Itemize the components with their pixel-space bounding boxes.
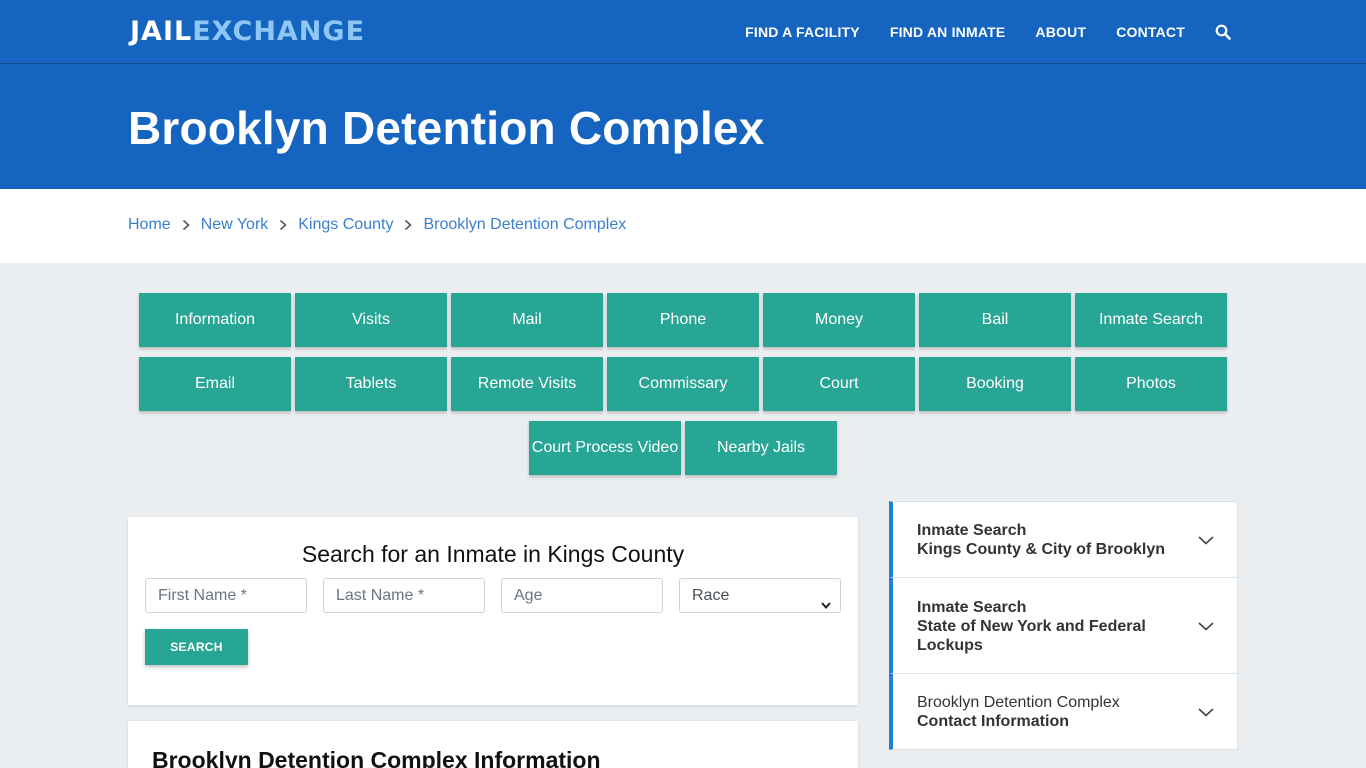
breadcrumb-new-york[interactable]: New York	[201, 216, 269, 234]
breadcrumb-home[interactable]: Home	[128, 216, 171, 234]
tile-phone[interactable]: Phone	[607, 293, 759, 347]
tile-court[interactable]: Court	[763, 357, 915, 411]
tile-visits[interactable]: Visits	[295, 293, 447, 347]
tile-money[interactable]: Money	[763, 293, 915, 347]
search-button[interactable]: SEARCH	[145, 629, 248, 665]
accordion-line: State of New York and Federal	[917, 618, 1146, 635]
breadcrumb-current[interactable]: Brooklyn Detention Complex	[423, 216, 626, 234]
breadcrumb: Home New York Kings County Brooklyn Dete…	[128, 216, 626, 234]
top-navbar: JAILEXCHANGE FIND A FACILITY FIND AN INM…	[0, 0, 1366, 64]
site-logo[interactable]: JAILEXCHANGE	[130, 16, 365, 48]
chevron-down-icon	[1197, 617, 1215, 635]
nav-contact[interactable]: CONTACT	[1116, 24, 1185, 40]
tile-information[interactable]: Information	[139, 293, 291, 347]
inmate-search-card: Search for an Inmate in Kings County Fir…	[128, 517, 858, 705]
accordion-inmate-search-kings-county[interactable]: Inmate Search Kings County & City of Bro…	[889, 501, 1238, 578]
age-input[interactable]: Age	[501, 578, 663, 613]
tile-nearby-jails[interactable]: Nearby Jails	[685, 421, 837, 475]
nav-find-a-facility[interactable]: FIND A FACILITY	[745, 24, 860, 40]
chevron-right-icon	[401, 218, 415, 232]
main-nav: FIND A FACILITY FIND AN INMATE ABOUT CON…	[715, 0, 1231, 64]
race-select[interactable]: Race	[679, 578, 841, 613]
chevron-down-icon	[1197, 703, 1215, 721]
tile-photos[interactable]: Photos	[1075, 357, 1227, 411]
tile-bail[interactable]: Bail	[919, 293, 1071, 347]
chevron-right-icon	[276, 218, 290, 232]
search-card-title: Search for an Inmate in Kings County	[301, 541, 685, 567]
tile-mail[interactable]: Mail	[451, 293, 603, 347]
accordion-line: Contact Information	[917, 713, 1069, 730]
page-title: Brooklyn Detention Complex	[128, 102, 765, 154]
tile-booking[interactable]: Booking	[919, 357, 1071, 411]
info-card-title: Brooklyn Detention Complex Information	[152, 747, 601, 768]
accordion-line: Brooklyn Detention Complex	[917, 694, 1120, 711]
tile-tablets[interactable]: Tablets	[295, 357, 447, 411]
accordion-line: Lockups	[917, 637, 983, 654]
breadcrumb-kings-county[interactable]: Kings County	[298, 216, 393, 234]
logo-part-jail: JAIL	[130, 16, 193, 47]
chevron-down-icon	[820, 590, 832, 610]
first-name-input[interactable]: First Name *	[145, 578, 307, 613]
nav-find-an-inmate[interactable]: FIND AN INMATE	[890, 24, 1006, 40]
accordion-contact-information[interactable]: Brooklyn Detention Complex Contact Infor…	[889, 673, 1238, 750]
accordion-line: Kings County & City of Brooklyn	[917, 541, 1165, 558]
breadcrumb-bar: Home New York Kings County Brooklyn Dete…	[0, 189, 1366, 263]
tile-remote-visits[interactable]: Remote Visits	[451, 357, 603, 411]
last-name-input[interactable]: Last Name *	[323, 578, 485, 613]
nav-about[interactable]: ABOUT	[1035, 24, 1086, 40]
facility-info-card: Brooklyn Detention Complex Information	[128, 721, 858, 768]
accordion-line: Inmate Search	[917, 522, 1027, 539]
chevron-down-icon	[1197, 531, 1215, 549]
chevron-right-icon	[179, 218, 193, 232]
accordion-line: Inmate Search	[917, 599, 1027, 616]
accordion-inmate-search-state[interactable]: Inmate Search State of New York and Fede…	[889, 577, 1238, 674]
hero-banner: Brooklyn Detention Complex	[0, 64, 1366, 189]
logo-part-exchange: EXCHANGE	[192, 16, 366, 47]
tile-inmate-search[interactable]: Inmate Search	[1075, 293, 1227, 347]
search-icon[interactable]	[1215, 24, 1231, 40]
race-select-value: Race	[692, 587, 730, 604]
tile-commissary[interactable]: Commissary	[607, 357, 759, 411]
tile-court-process-video[interactable]: Court Process Video	[529, 421, 681, 475]
tile-email[interactable]: Email	[139, 357, 291, 411]
